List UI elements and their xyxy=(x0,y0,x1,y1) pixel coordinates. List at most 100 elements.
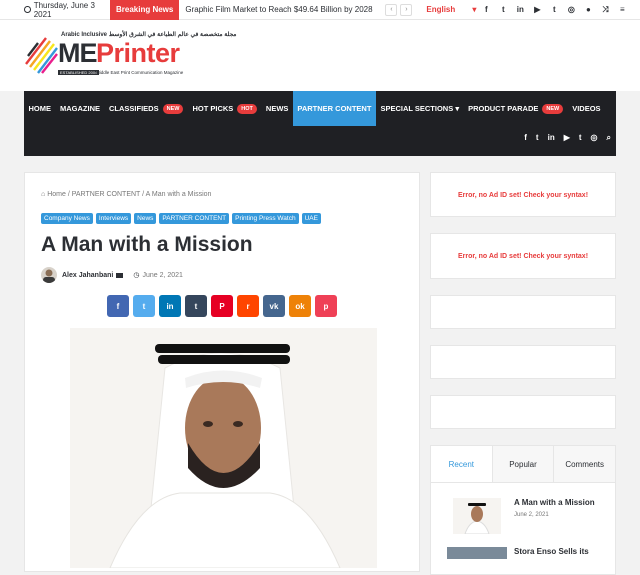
category-tag[interactable]: News xyxy=(134,213,157,224)
site-logo[interactable]: Arabic Inclusive مجلة متخصصة في عالم الط… xyxy=(24,30,237,80)
author-avatar[interactable] xyxy=(41,267,57,283)
category-tag[interactable]: Printing Press Watch xyxy=(232,213,299,224)
ad-slot-2: Error, no Ad ID set! Check your syntax! xyxy=(430,233,616,279)
recent-post-thumbnail[interactable] xyxy=(453,498,501,534)
twitter-icon[interactable]: t xyxy=(536,133,539,143)
share-pinterest-button[interactable]: P xyxy=(211,295,233,317)
widget-tabs: Recent Popular Comments xyxy=(431,446,616,483)
category-tag[interactable]: Company News xyxy=(41,213,93,224)
share-facebook-button[interactable]: f xyxy=(107,295,129,317)
nav-item-label: NEWS xyxy=(265,104,289,113)
nav-item-special-sections[interactable]: SPECIAL SECTIONS ▾ xyxy=(376,91,464,126)
nav-item-label: HOT PICKS xyxy=(192,104,234,113)
share-linkedin-button[interactable]: in xyxy=(159,295,181,317)
recent-post-thumbnail[interactable] xyxy=(447,547,507,559)
random-icon[interactable]: ⤨ xyxy=(600,5,610,15)
nav-menu: HOME MAGAZINE CLASSIFIEDS NEW HOT PICKS HO… xyxy=(24,91,616,126)
article-title: A Man with a Mission xyxy=(41,233,253,256)
search-icon[interactable]: ⌕ xyxy=(607,133,611,143)
site-header: Arabic Inclusive مجلة متخصصة في عالم الط… xyxy=(0,20,640,91)
share-tumblr-button[interactable]: t xyxy=(185,295,207,317)
nav-item-news[interactable]: NEWS xyxy=(261,91,293,126)
breadcrumb: ⌂ Home / PARTNER CONTENT / A Man with a … xyxy=(41,191,211,198)
nav-item-label: PRODUCT PARADE xyxy=(468,104,539,113)
recent-post-title[interactable]: Stora Enso Sells its xyxy=(514,547,589,556)
twitter-icon[interactable]: t xyxy=(498,5,508,15)
breadcrumb-home[interactable]: Home xyxy=(47,191,66,198)
new-badge: NEW xyxy=(542,103,564,114)
ticker-prev-button[interactable]: ‹ xyxy=(385,3,398,16)
share-buttons: f t in t P r vk ok p xyxy=(107,295,337,317)
user-icon[interactable]: ● xyxy=(583,5,593,15)
hot-badge: HOT xyxy=(237,103,257,114)
chevron-down-icon: ▾ xyxy=(472,5,477,14)
menu-icon[interactable]: ≡ xyxy=(617,5,627,15)
ad-error-text: Error, no Ad ID set! Check your syntax! xyxy=(457,192,589,199)
youtube-icon[interactable]: ▶ xyxy=(532,5,542,15)
recent-post-title[interactable]: A Man with a Mission xyxy=(514,498,595,507)
facebook-icon[interactable]: f xyxy=(524,133,527,143)
ticker-next-button[interactable]: › xyxy=(400,3,413,16)
logo-printer: Printer xyxy=(96,38,180,68)
category-tag[interactable]: Interviews xyxy=(95,213,132,224)
top-bar: Thursday, June 3 2021 Breaking News Grap… xyxy=(0,0,640,20)
main-navigation: HOME MAGAZINE CLASSIFIEDS NEW HOT PICKS HO… xyxy=(24,91,616,156)
nav-item-classifieds[interactable]: CLASSIFIEDS NEW xyxy=(105,91,188,126)
tumblr-icon[interactable]: t xyxy=(549,5,559,15)
youtube-icon[interactable]: ▶ xyxy=(564,133,570,143)
logo-tagline: Arabic Inclusive مجلة متخصصة في عالم الط… xyxy=(61,31,237,38)
nav-item-label: CLASSIFIEDS xyxy=(109,104,159,113)
date-display: Thursday, June 3 2021 xyxy=(24,1,110,19)
logo-mark xyxy=(25,37,58,74)
email-icon[interactable] xyxy=(116,272,124,278)
nav-item-home[interactable]: HOME xyxy=(24,91,56,126)
breadcrumb-section[interactable]: PARTNER CONTENT xyxy=(72,191,140,198)
article-card: ⌂ Home / PARTNER CONTENT / A Man with a … xyxy=(24,172,420,572)
news-ticker-link[interactable]: Graphic Film Market to Reach $49.64 Bill… xyxy=(185,5,385,14)
nav-social-icons: f t in ▶ t ◎ ⌕ xyxy=(524,133,611,143)
ad-slot-5 xyxy=(430,395,616,429)
nav-item-label: PARTNER CONTENT xyxy=(297,104,372,113)
new-badge: NEW xyxy=(162,103,184,114)
linkedin-icon[interactable]: in xyxy=(515,5,525,15)
tab-popular[interactable]: Popular xyxy=(491,446,554,482)
tab-comments[interactable]: Comments xyxy=(553,446,616,482)
clock-icon: ◷ xyxy=(133,272,140,279)
category-tags: Company News Interviews News PARTNER CON… xyxy=(41,213,321,224)
featured-image xyxy=(70,328,377,568)
author-name[interactable]: Alex Jahanbani xyxy=(62,272,113,279)
ad-slot-1: Error, no Ad ID set! Check your syntax! xyxy=(430,172,616,217)
share-reddit-button[interactable]: r xyxy=(237,295,259,317)
share-odnoklassniki-button[interactable]: ok xyxy=(289,295,311,317)
home-icon: ⌂ xyxy=(41,191,46,198)
nav-item-label: VIDEOS xyxy=(572,104,601,113)
tab-recent[interactable]: Recent xyxy=(431,446,492,482)
share-pocket-button[interactable]: p xyxy=(315,295,337,317)
nav-item-product-parade[interactable]: PRODUCT PARADE NEW xyxy=(464,91,568,126)
recent-post-date: June 2, 2021 xyxy=(514,512,549,518)
article-meta: Alex Jahanbani ◷ June 2, 2021 xyxy=(41,267,183,283)
clock-icon xyxy=(24,6,31,13)
nav-item-hot-picks[interactable]: HOT PICKS HOT xyxy=(188,91,261,126)
category-tag[interactable]: PARTNER CONTENT xyxy=(159,213,230,224)
tumblr-icon[interactable]: t xyxy=(579,133,582,143)
instagram-icon[interactable]: ◎ xyxy=(591,133,598,143)
share-twitter-button[interactable]: t xyxy=(133,295,155,317)
logo-me: ME xyxy=(58,38,97,68)
nav-item-label: HOME xyxy=(28,104,52,113)
tabbed-widget: Recent Popular Comments A Man with a Mis… xyxy=(430,445,616,575)
instagram-icon[interactable]: ◎ xyxy=(566,5,576,15)
ad-slot-4 xyxy=(430,345,616,379)
breadcrumb-separator: / xyxy=(142,191,145,198)
nav-item-partner-content[interactable]: PARTNER CONTENT xyxy=(292,91,376,126)
facebook-icon[interactable]: f xyxy=(481,5,491,15)
category-tag[interactable]: UAE xyxy=(301,213,321,224)
share-vk-button[interactable]: vk xyxy=(263,295,285,317)
linkedin-icon[interactable]: in xyxy=(548,133,555,143)
nav-item-label: MAGAZINE xyxy=(60,104,100,113)
nav-item-videos[interactable]: VIDEOS xyxy=(568,91,605,126)
language-selector[interactable]: English ▾ xyxy=(426,5,476,14)
publish-date: June 2, 2021 xyxy=(142,271,183,279)
breadcrumb-current: A Man with a Mission xyxy=(145,191,212,198)
nav-item-magazine[interactable]: MAGAZINE xyxy=(56,91,105,126)
